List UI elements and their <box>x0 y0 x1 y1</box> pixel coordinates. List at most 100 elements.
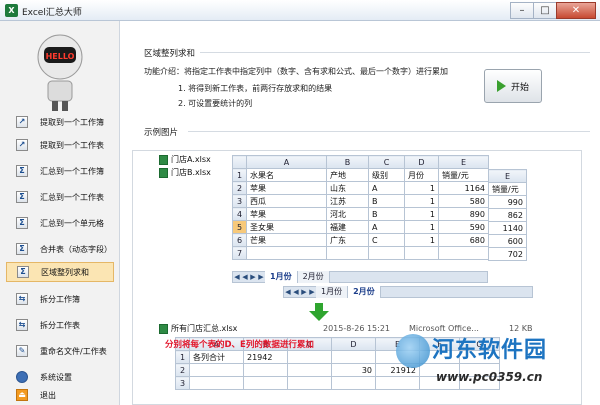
sheet-tabs-b: ◀ ◀ ▶ ▶ 1月份 2月份 <box>283 286 533 298</box>
watermark-logo-icon <box>396 334 430 368</box>
cell <box>331 350 376 364</box>
cell: A <box>368 220 405 234</box>
last-sheet-icon[interactable]: ▶ <box>308 287 316 297</box>
excel-app-icon: X <box>5 4 18 17</box>
sidebar-item-sum-workbook[interactable]: Σ 汇总到一个工作簿 <box>6 161 114 181</box>
rename-icon: ✎ <box>16 345 28 357</box>
row-header: 4 <box>232 207 247 221</box>
cell: C <box>368 233 405 247</box>
prev-sheet-icon[interactable]: ◀ <box>241 272 249 282</box>
close-button[interactable]: ✕ <box>556 2 596 19</box>
cell: 月份 <box>404 168 439 182</box>
sidebar-item-merge-table[interactable]: Σ 合并表（动态字段） <box>6 239 114 259</box>
cell <box>287 350 332 364</box>
window-controls: – □ ✕ <box>510 2 596 19</box>
first-sheet-icon[interactable]: ◀ <box>233 272 241 282</box>
maximize-button[interactable]: □ <box>533 2 557 19</box>
row-header: 1 <box>232 168 247 182</box>
cell: 山东 <box>326 181 369 195</box>
cell <box>326 246 369 260</box>
cell: 1140 <box>488 221 527 235</box>
cell: 702 <box>488 247 527 261</box>
cell: 苹果 <box>246 207 327 221</box>
play-icon <box>496 80 506 92</box>
sidebar-item-extract-workbook[interactable]: ↗ 提取到一个工作簿 <box>6 112 114 132</box>
settings-icon <box>16 371 28 383</box>
col-header: B <box>326 155 369 169</box>
row-header: 3 <box>232 194 247 208</box>
window-title: Excel汇总大师 <box>22 8 82 18</box>
point-1: 1. 将得到新工作表，前两行存放求和的结果 <box>178 84 333 93</box>
divider <box>188 131 590 132</box>
section-title: 区域整列求和 <box>144 49 196 59</box>
extract-workbook-icon: ↗ <box>16 116 28 128</box>
sidebar-item-settings[interactable]: 系统设置 <box>6 367 114 387</box>
excel-file-icon <box>159 167 168 178</box>
table-row: 2 苹果 山东 A 1 1164 <box>232 181 489 195</box>
cell: 1 <box>404 207 439 221</box>
cell: 级别 <box>368 168 405 182</box>
svg-text:HELLO: HELLO <box>46 52 75 61</box>
function-intro: 功能介绍：将指定工作表中指定列中（数字、含有求和公式、最后一个数字）进行累加 <box>144 67 448 76</box>
cell <box>287 363 332 377</box>
cell: 苹果 <box>246 181 327 195</box>
prev-sheet-icon[interactable]: ◀ <box>292 287 300 297</box>
cell: 销量/元 <box>488 182 527 196</box>
sidebar-item-split-sheet[interactable]: ⇆ 拆分工作表 <box>6 315 114 335</box>
cell: 销量/元 <box>438 168 489 182</box>
sidebar-item-sum-sheet[interactable]: Σ 汇总到一个工作表 <box>6 187 114 207</box>
exit-icon: ⏏ <box>16 389 28 401</box>
sheet-tab-jan[interactable]: 1月份 <box>316 286 349 298</box>
col-header: D <box>331 337 376 351</box>
cell <box>189 363 244 377</box>
cell: 广东 <box>326 233 369 247</box>
sheet-tabs-a: ◀ ◀ ▶ ▶ 1月份 2月份 <box>232 271 488 283</box>
sidebar-item-split-workbook[interactable]: ⇆ 拆分工作簿 <box>6 289 114 309</box>
cell: 1 <box>404 181 439 195</box>
sidebar-item-extract-sheet[interactable]: ↗ 提取到一个工作表 <box>6 135 114 155</box>
watermark: 河东软件园 www.pc0359.cn <box>396 330 596 394</box>
col-header: E <box>488 169 527 183</box>
sidebar-item-rename[interactable]: ✎ 重命名文件/工作表 <box>6 341 114 361</box>
cell <box>438 246 489 260</box>
cell: 西瓜 <box>246 194 327 208</box>
table-row: 3 西瓜 江苏 B 1 580 <box>232 194 489 208</box>
sheet-tab-jan[interactable]: 1月份 <box>265 271 298 283</box>
col-header: A <box>246 155 327 169</box>
start-button[interactable]: 开始 <box>484 69 542 103</box>
next-sheet-icon[interactable]: ▶ <box>249 272 257 282</box>
cell: 1 <box>404 233 439 247</box>
cell: B <box>368 207 405 221</box>
table-row: 1 水果名 产地 级别 月份 销量/元 <box>232 168 489 182</box>
source-file-a: 门店A.xlsx <box>159 154 211 165</box>
cell <box>189 376 244 390</box>
sheet-tab-feb[interactable]: 2月份 <box>348 286 381 298</box>
row-header: 3 <box>175 376 190 390</box>
cell: 各列合计 <box>189 350 244 364</box>
sheet-tab-feb[interactable]: 2月份 <box>297 271 330 283</box>
column-sum-icon: Σ <box>17 266 29 278</box>
last-sheet-icon[interactable]: ▶ <box>257 272 265 282</box>
divider <box>200 52 590 53</box>
watermark-text: 河东软件园 <box>432 338 548 363</box>
corner-cell <box>232 155 247 169</box>
sidebar-item-sum-cell[interactable]: Σ 汇总到一个单元格 <box>6 213 114 233</box>
example-note: 分别将每个表的D、E列的数据进行累加 <box>165 340 314 350</box>
sidebar-item-column-sum[interactable]: Σ 区域整列求和 <box>6 262 114 282</box>
cell: 862 <box>488 208 527 222</box>
minimize-button[interactable]: – <box>510 2 534 19</box>
next-sheet-icon[interactable]: ▶ <box>300 287 308 297</box>
cell: 890 <box>438 207 489 221</box>
cell: 680 <box>438 233 489 247</box>
example-title: 示例图片 <box>144 128 179 138</box>
cell <box>243 376 288 390</box>
sum-cell-icon: Σ <box>16 217 28 229</box>
table-row: 7 <box>232 246 489 260</box>
row-header: 5 <box>232 220 247 234</box>
sidebar-item-exit[interactable]: ⏏ 退出 <box>6 385 114 405</box>
cell <box>368 246 405 260</box>
cell <box>331 376 376 390</box>
table-row: 4 苹果 河北 B 1 890 <box>232 207 489 221</box>
first-sheet-icon[interactable]: ◀ <box>284 287 292 297</box>
table-row: 6 芒果 广东 C 1 680 <box>232 233 489 247</box>
